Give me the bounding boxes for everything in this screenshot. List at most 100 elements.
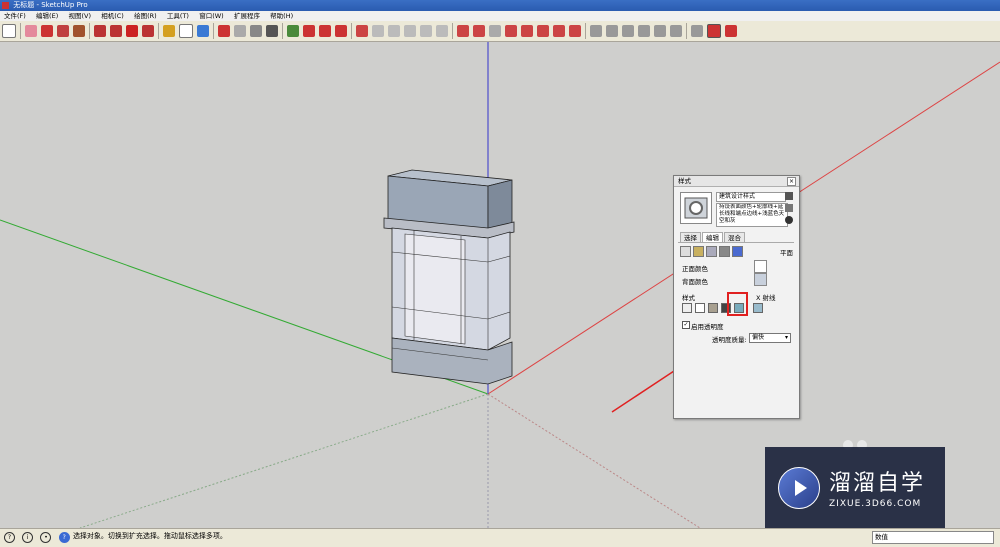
pencil-tool-icon[interactable]: [41, 25, 53, 37]
toolbar-separator: [213, 23, 214, 39]
sandbox-tool-icon[interactable]: [388, 25, 400, 37]
background-settings-icon[interactable]: [706, 246, 717, 257]
style-name-field[interactable]: 建筑设计样式: [716, 192, 786, 202]
rectangle-tool-icon[interactable]: [73, 25, 85, 37]
modeling-settings-icon[interactable]: [732, 246, 743, 257]
menu-tools[interactable]: 工具(T): [163, 11, 193, 21]
style-thumbnail: [680, 192, 712, 224]
offset-tool-icon[interactable]: [142, 25, 154, 37]
toolbar-separator: [89, 23, 90, 39]
front-color-label: 正面颜色: [682, 265, 708, 273]
view-tool-icon[interactable]: [638, 25, 650, 37]
edge-settings-icon[interactable]: [680, 246, 691, 257]
toolbar-separator: [452, 23, 453, 39]
tab-select[interactable]: 选择: [680, 232, 701, 242]
toolbar-separator: [158, 23, 159, 39]
move-tool-icon[interactable]: [110, 25, 122, 37]
push-pull-tool-icon[interactable]: [94, 25, 106, 37]
components-icon[interactable]: [303, 25, 315, 37]
pan-tool-icon[interactable]: [234, 25, 246, 37]
transparency-checkbox[interactable]: ✓: [682, 321, 690, 329]
tape-measure-tool-icon[interactable]: [163, 25, 175, 37]
menu-window[interactable]: 窗口(W): [195, 11, 228, 21]
face-settings-icon[interactable]: [693, 246, 704, 257]
watermark-settings-icon[interactable]: [719, 246, 730, 257]
view-tool-icon[interactable]: [622, 25, 634, 37]
styles-toggle-icon[interactable]: [707, 24, 721, 38]
view-tool-icon[interactable]: [606, 25, 618, 37]
style-section-label: 样式: [682, 294, 695, 302]
orbit-tool-icon[interactable]: [218, 25, 230, 37]
menu-draw[interactable]: 绘图(R): [130, 11, 161, 21]
transparency-quality-select[interactable]: 偏快 ▾: [749, 333, 791, 343]
sandbox-tool-icon[interactable]: [436, 25, 448, 37]
view-tool-icon[interactable]: [654, 25, 666, 37]
xray-icon[interactable]: [753, 303, 763, 313]
geolocation-icon[interactable]: ?: [4, 532, 15, 543]
ruby-icon[interactable]: [725, 25, 737, 37]
select-tool-icon[interactable]: [2, 24, 16, 38]
user-icon[interactable]: •: [40, 532, 52, 543]
draw-tool-icon[interactable]: [569, 25, 581, 37]
toolbar-separator: [351, 23, 352, 39]
tab-bar: 选择 编辑 混合: [680, 232, 746, 242]
view-tool-icon[interactable]: [670, 25, 682, 37]
window-model[interactable]: [383, 169, 515, 385]
toolbar-separator: [686, 23, 687, 39]
zoom-extents-tool-icon[interactable]: [266, 25, 278, 37]
wireframe-icon[interactable]: [682, 303, 692, 313]
draw-tool-icon[interactable]: [457, 25, 469, 37]
menu-help[interactable]: 帮助(H): [266, 11, 297, 21]
arc-tool-icon[interactable]: [57, 25, 69, 37]
menu-view[interactable]: 视图(V): [64, 11, 95, 21]
draw-tool-icon[interactable]: [537, 25, 549, 37]
menu-file[interactable]: 文件(F): [0, 11, 30, 21]
eraser-tool-icon[interactable]: [25, 25, 37, 37]
credits-icon[interactable]: i: [22, 532, 34, 543]
main-toolbar: [0, 21, 1000, 42]
menu-extensions[interactable]: 扩展程序: [230, 11, 264, 21]
view-tool-icon[interactable]: [590, 25, 602, 37]
section-tool-icon[interactable]: [691, 25, 703, 37]
draw-tool-icon[interactable]: [489, 25, 501, 37]
draw-tool-icon[interactable]: [473, 25, 485, 37]
draw-tool-icon[interactable]: [553, 25, 565, 37]
sandbox-tool-icon[interactable]: [420, 25, 432, 37]
menu-camera[interactable]: 相机(C): [97, 11, 128, 21]
draw-tool-icon[interactable]: [521, 25, 533, 37]
new-style-icon[interactable]: [785, 192, 793, 200]
sandbox-tool-icon[interactable]: [356, 25, 368, 37]
front-color-swatch[interactable]: [754, 260, 767, 273]
help-icon[interactable]: ?: [58, 532, 70, 543]
hidden-line-icon[interactable]: [695, 303, 705, 313]
layout-icon[interactable]: [335, 25, 347, 37]
style-description-field[interactable]: 持设表面颜色+轮廓线+延长线和端点边线+浅蓝色天空和灰: [716, 203, 788, 227]
watermark: 溜溜自学 ZIXUE.3D66.COM: [765, 447, 945, 532]
tab-mix[interactable]: 混合: [724, 232, 745, 242]
close-icon[interactable]: ×: [787, 177, 796, 186]
measurements-box[interactable]: 数值: [872, 531, 994, 544]
green-axis-negative: [79, 393, 489, 528]
transparency-quality-label: 透明度质量:: [712, 336, 747, 344]
rotate-tool-icon[interactable]: [126, 25, 138, 37]
refresh-icon[interactable]: [785, 216, 793, 224]
plane-label: 平面: [780, 249, 793, 257]
sandbox-tool-icon[interactable]: [372, 25, 384, 37]
tab-edit[interactable]: 编辑: [702, 232, 723, 242]
text-tool-icon[interactable]: [179, 24, 193, 38]
zoom-tool-icon[interactable]: [250, 25, 262, 37]
draw-tool-icon[interactable]: [505, 25, 517, 37]
status-bar: ? i • ? 选择对象。切换到扩充选择。拖动鼠标选择多项。 数值: [0, 528, 1000, 547]
warehouse-icon[interactable]: [287, 25, 299, 37]
extension-warehouse-icon[interactable]: [319, 25, 331, 37]
watermark-subtitle: ZIXUE.3D66.COM: [829, 499, 922, 509]
back-color-swatch[interactable]: [754, 273, 767, 286]
toolbar-separator: [282, 23, 283, 39]
sandbox-tool-icon[interactable]: [404, 25, 416, 37]
xray-label: X 射线: [756, 294, 776, 302]
measurement-label: 数值: [875, 533, 888, 541]
shaded-icon[interactable]: [708, 303, 718, 313]
paint-bucket-tool-icon[interactable]: [197, 25, 209, 37]
update-style-icon[interactable]: [785, 204, 793, 212]
menu-edit[interactable]: 编辑(E): [32, 11, 62, 21]
